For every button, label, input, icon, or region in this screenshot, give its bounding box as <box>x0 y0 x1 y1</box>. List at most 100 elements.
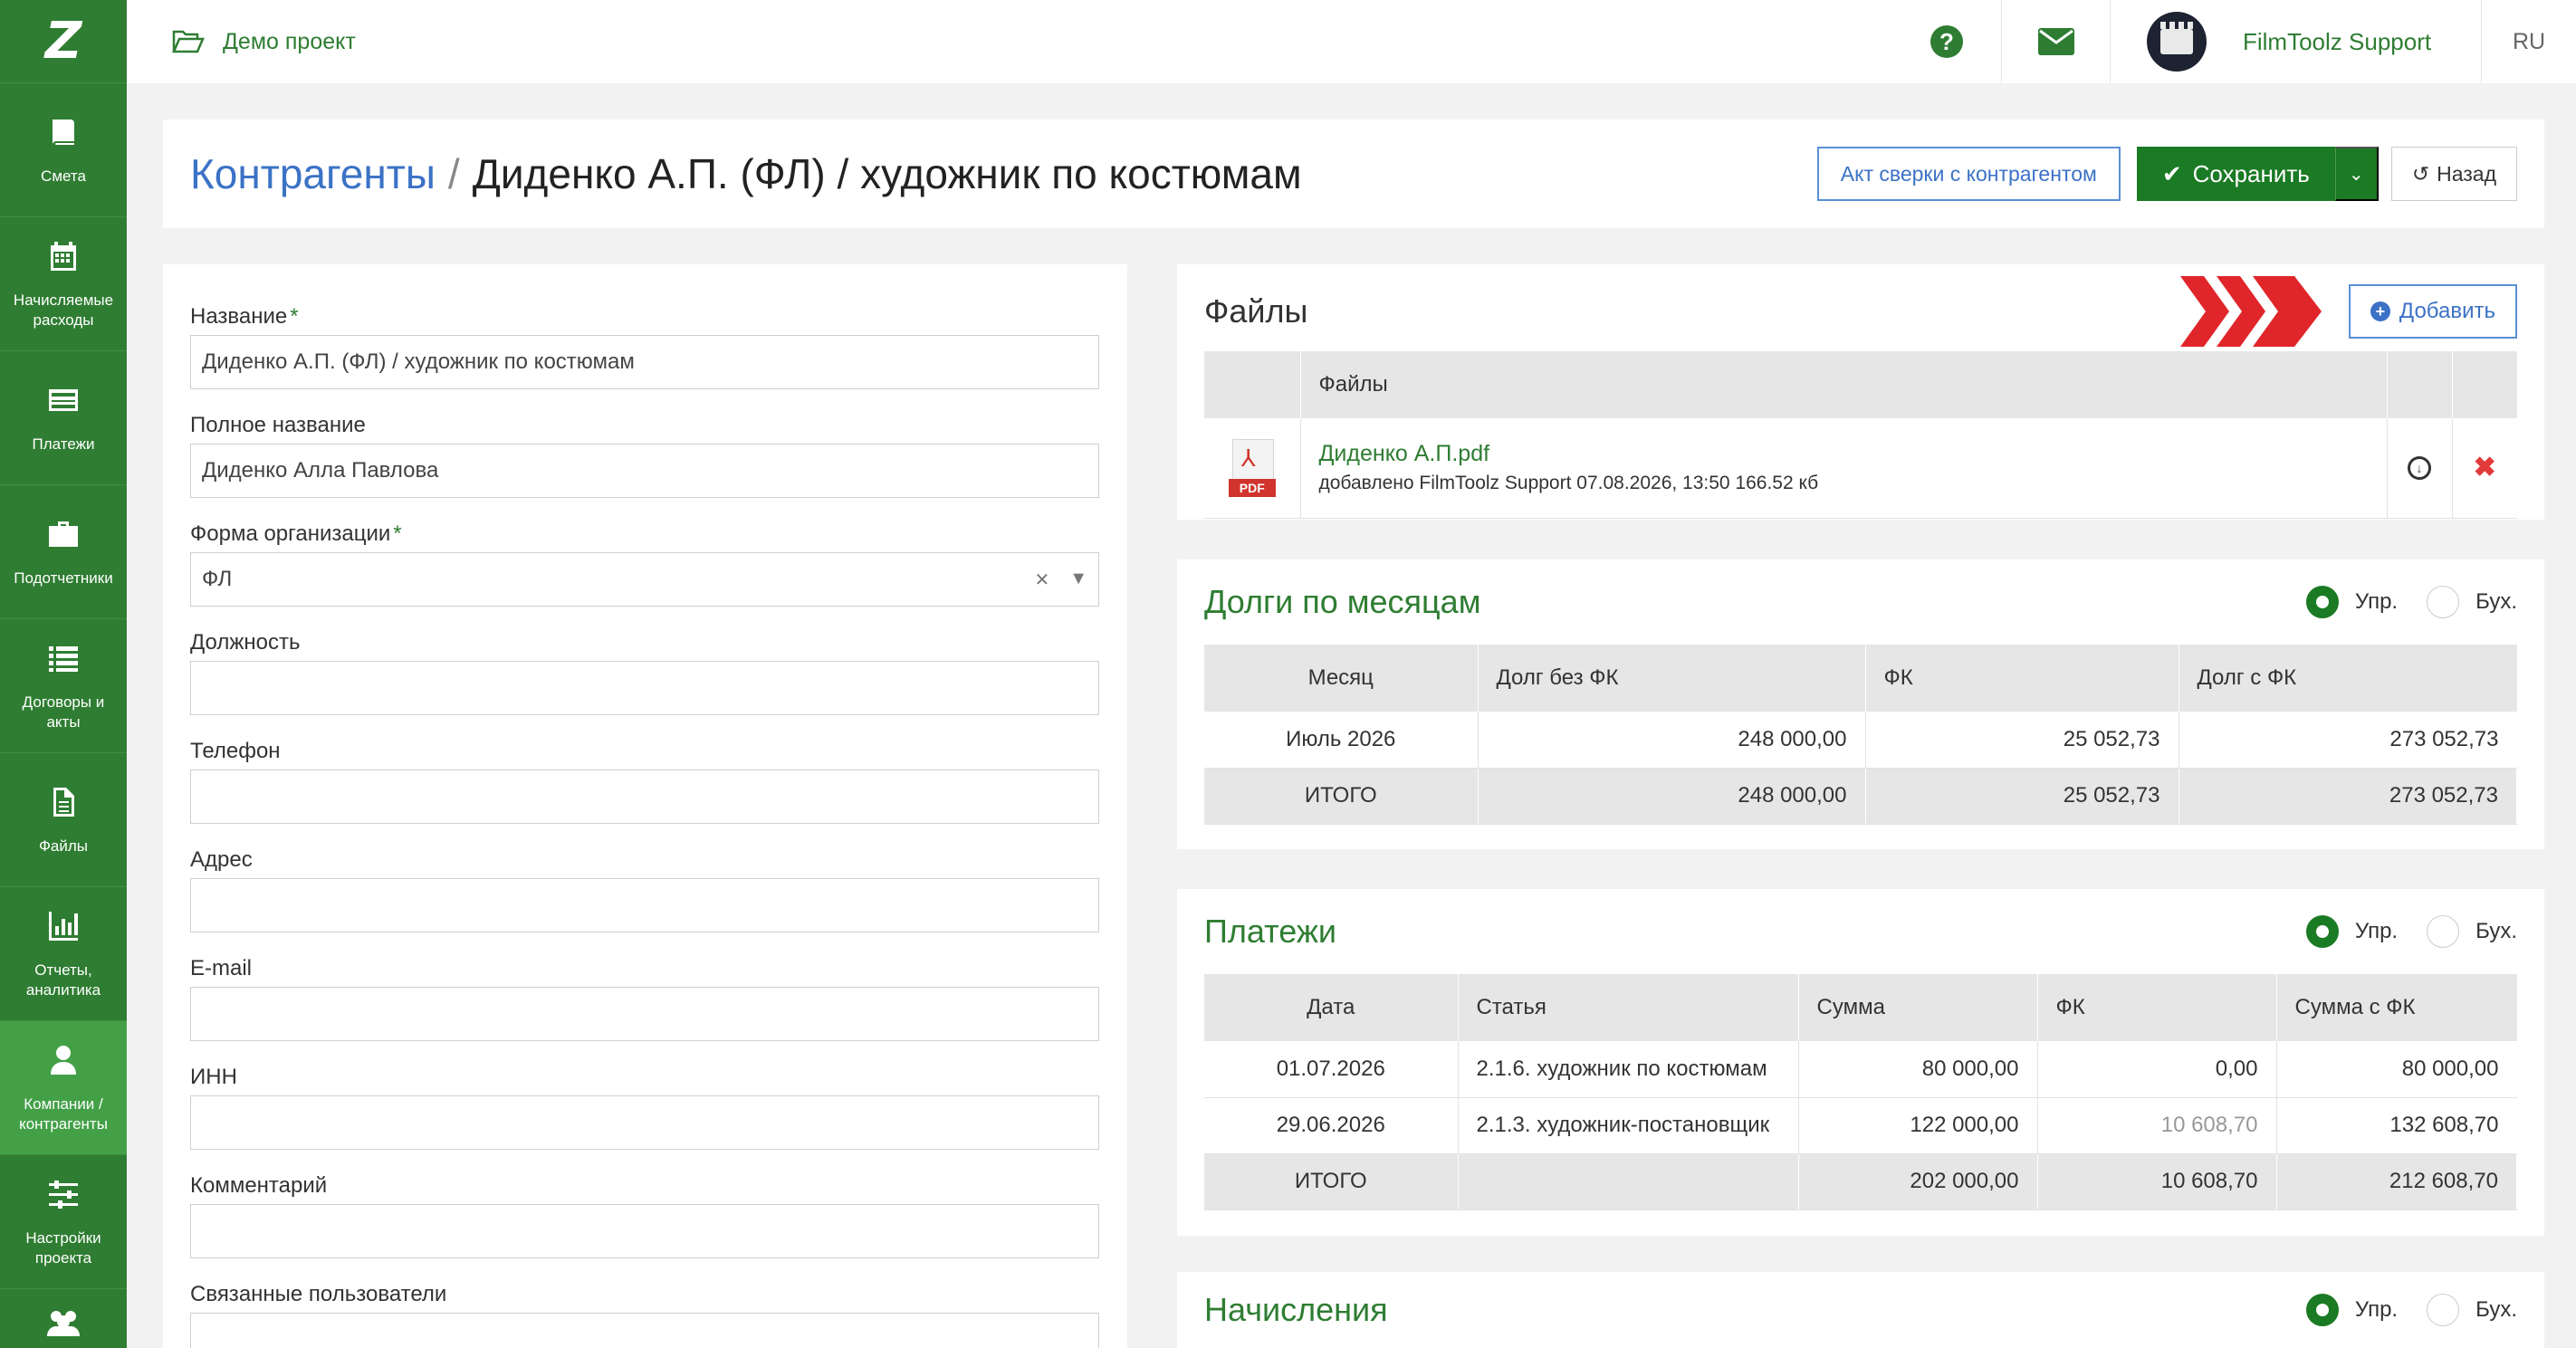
payments-col-item: Статья <box>1458 974 1799 1041</box>
project-selector[interactable]: Демо проект <box>172 28 356 55</box>
payments-radio-management[interactable] <box>2305 915 2339 948</box>
debts-total-label: ИТОГО <box>1204 768 1479 825</box>
user-name: FilmToolz Support <box>2243 27 2432 55</box>
files-col-delete <box>2452 351 2517 418</box>
accruals-radio-accounting[interactable] <box>2427 1294 2460 1326</box>
accruals-radio-management[interactable] <box>2305 1294 2339 1326</box>
payments-col-amount-fk: Сумма с ФК <box>2276 974 2517 1041</box>
sidebar-item-payments[interactable]: Платежи <box>0 351 127 485</box>
org-form-select[interactable]: ФЛ ✕ ▼ <box>190 552 1099 607</box>
messages-button[interactable] <box>2001 0 2110 83</box>
payments-cell-fk: 10 608,70 <box>2037 1097 2277 1154</box>
breadcrumb-counterparties[interactable]: Контрагенты <box>190 150 436 197</box>
files-col-name: Файлы <box>1300 351 2388 418</box>
briefcase-icon <box>49 521 78 547</box>
phone-label: Телефон <box>190 739 281 763</box>
payments-radio-management-label: Упр. <box>2354 919 2399 943</box>
app-logo[interactable]: Z <box>0 0 127 83</box>
debts-cell-fk: 25 052,73 <box>1865 712 2179 769</box>
debts-radio-management[interactable] <box>2305 586 2339 618</box>
topbar: Демо проект ? FilmToolz Support RU <box>127 0 2576 83</box>
debts-title: Долги по месяцам <box>1204 583 1481 620</box>
language-switch[interactable]: RU <box>2481 0 2576 83</box>
phone-field[interactable] <box>190 770 1099 824</box>
question-icon: ? <box>1930 25 1963 58</box>
file-download-cell: ↓ <box>2387 418 2453 519</box>
payments-col-amount: Сумма <box>1798 974 2038 1041</box>
project-name: Демо проект <box>223 28 356 54</box>
required-marker: * <box>393 521 402 546</box>
file-link[interactable]: Диденко А.П.pdf <box>1319 441 2369 467</box>
org-form-value: ФЛ <box>202 567 233 591</box>
payments-cell-amount: 122 000,00 <box>1798 1097 2038 1154</box>
sliders-icon <box>49 1180 78 1209</box>
debts-col-month: Месяц <box>1204 645 1479 712</box>
files-title: Файлы <box>1204 292 1308 330</box>
payments-table: Дата Статья Сумма ФК Сумма с ФК 01.07.20… <box>1204 974 2517 1210</box>
sidebar-item-team[interactable] <box>0 1289 127 1348</box>
position-field[interactable] <box>190 661 1099 715</box>
table-row: 01.07.2026 2.1.6. художник по костюмам 8… <box>1204 1041 2517 1098</box>
debts-mode-switch: Упр. Бух. <box>2305 586 2517 618</box>
payments-cell-item: 2.1.3. художник-постановщик <box>1458 1097 1799 1154</box>
files-col-download <box>2387 351 2453 418</box>
reconciliation-act-button[interactable]: Акт сверки с контрагентом <box>1816 147 2121 201</box>
inn-field[interactable] <box>190 1095 1099 1150</box>
payments-title: Платежи <box>1204 913 1337 950</box>
debts-cell-month: Июль 2026 <box>1204 712 1479 769</box>
email-field[interactable] <box>190 987 1099 1041</box>
plus-circle-icon: + <box>2370 301 2390 321</box>
comment-field[interactable] <box>190 1204 1099 1258</box>
debts-total-row: ИТОГО 248 000,00 25 052,73 273 052,73 <box>1204 768 2517 825</box>
payments-cell-amount-fk: 132 608,70 <box>2276 1097 2517 1154</box>
payments-cell-date: 29.06.2026 <box>1204 1097 1459 1154</box>
full-name-field[interactable]: Диденко Алла Павлова <box>190 444 1099 498</box>
payments-total-item <box>1458 1153 1799 1210</box>
sidebar-item-contracts[interactable]: Договоры и акты <box>0 619 127 753</box>
payments-radio-accounting-label: Бух. <box>2475 919 2517 943</box>
sidebar-item-accountables[interactable]: Подотчетники <box>0 485 127 619</box>
sidebar-item-reports[interactable]: Отчеты, аналитика <box>0 887 127 1021</box>
linked-users-label: Связанные пользователи <box>190 1282 447 1306</box>
user-icon <box>51 1045 76 1075</box>
save-button[interactable]: ✔ Сохранить <box>2136 147 2335 201</box>
linked-users-field[interactable] <box>190 1313 1099 1348</box>
clear-icon[interactable]: ✕ <box>1034 569 1049 591</box>
debts-radio-management-label: Упр. <box>2354 589 2399 614</box>
download-icon[interactable]: ↓ <box>2408 455 2431 480</box>
debts-radio-accounting[interactable] <box>2427 586 2460 618</box>
payments-cell-date: 01.07.2026 <box>1204 1041 1459 1098</box>
file-type-cell: ⅄ PDF <box>1204 418 1301 519</box>
sidebar-item-project-settings[interactable]: Настройки проекта <box>0 1155 127 1289</box>
undo-icon: ↺ <box>2411 161 2430 186</box>
name-label: Название * <box>190 304 299 329</box>
sidebar-item-files[interactable]: Файлы <box>0 753 127 887</box>
page-header: Контрагенты / Диденко А.П. (ФЛ) / художник… <box>163 120 2544 228</box>
add-file-button[interactable]: + Добавить <box>2348 284 2517 339</box>
save-dropdown-toggle[interactable]: ⌄ <box>2334 147 2379 201</box>
debts-total-fk: 25 052,73 <box>1865 768 2179 825</box>
payments-radio-accounting[interactable] <box>2427 915 2460 948</box>
name-field[interactable]: Диденко А.П. (ФЛ) / художник по костюмам <box>190 335 1099 389</box>
address-field[interactable] <box>190 878 1099 932</box>
user-menu[interactable]: FilmToolz Support <box>2110 0 2481 83</box>
debts-radio-accounting-label: Бух. <box>2475 589 2517 614</box>
add-file-label: Добавить <box>2399 299 2495 323</box>
pdf-file-icon: ⅄ PDF <box>1228 438 1276 497</box>
sidebar-item-companies[interactable]: Компании / контрагенты <box>0 1021 127 1155</box>
back-button-label: Назад <box>2437 161 2496 186</box>
accruals-radio-management-label: Упр. <box>2354 1297 2399 1322</box>
delete-icon[interactable]: ✖ <box>2471 452 2500 483</box>
book-icon <box>53 119 74 145</box>
folder-open-icon <box>172 30 205 53</box>
debts-total-debt: 248 000,00 <box>1478 768 1866 825</box>
payments-cell-amount-fk: 80 000,00 <box>2276 1041 2517 1098</box>
sidebar-item-accrued-expenses[interactable]: Начисляемые расходы <box>0 217 127 351</box>
full-name-label: Полное название <box>190 413 366 437</box>
help-button[interactable]: ? <box>1892 0 2001 83</box>
check-icon: ✔ <box>2161 159 2182 187</box>
back-button[interactable]: ↺ Назад <box>2390 147 2517 201</box>
sidebar-item-estimate[interactable]: Смета <box>0 83 127 217</box>
files-col-icon <box>1204 351 1301 418</box>
caret-down-icon[interactable]: ▼ <box>1069 569 1087 591</box>
